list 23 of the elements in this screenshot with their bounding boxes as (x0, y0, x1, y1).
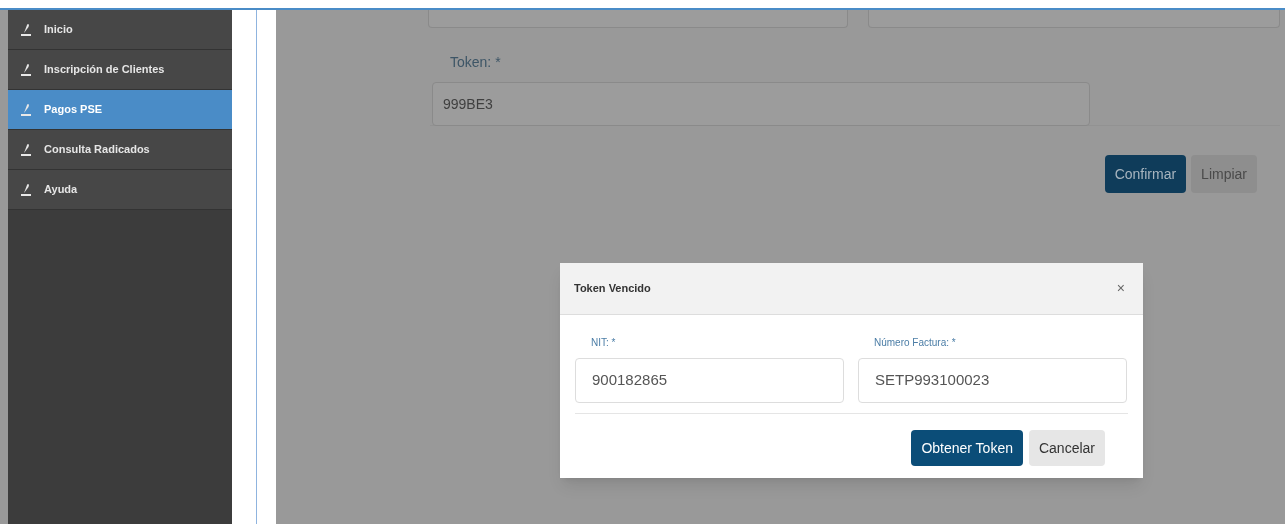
dialog-title: Token Vencido (574, 281, 651, 297)
pen-icon (20, 142, 32, 157)
input-field[interactable] (868, 10, 1280, 28)
confirm-button[interactable]: Confirmar (1104, 155, 1187, 193)
token-field[interactable]: 999BE3 (432, 82, 1090, 126)
sidebar-item[interactable]: Consulta Radicados (8, 130, 232, 170)
input-field[interactable] (428, 10, 848, 28)
field-label: Número Factura: * (873, 336, 957, 350)
pen-icon (20, 22, 32, 37)
cancel-button[interactable]: Cancelar (1028, 430, 1105, 466)
get-token-button[interactable]: Obtener Token (911, 430, 1023, 466)
close-button[interactable]: × (1112, 278, 1129, 299)
sidebar-item[interactable]: Inscripción de Clientes (8, 50, 232, 90)
sidebar-item[interactable]: Inicio (8, 10, 232, 50)
pen-icon (20, 62, 32, 77)
pen-icon (20, 102, 32, 117)
sidebar-item[interactable]: Pagos PSE (8, 90, 232, 130)
sidebar-item[interactable]: Ayuda (8, 170, 232, 210)
pen-icon (20, 182, 32, 197)
input-field[interactable]: SETP993100023 (858, 358, 1127, 403)
field-label: NIT: * (590, 336, 617, 350)
input-field[interactable]: 900182865 (575, 358, 844, 403)
token-label: Token: * (450, 53, 501, 72)
